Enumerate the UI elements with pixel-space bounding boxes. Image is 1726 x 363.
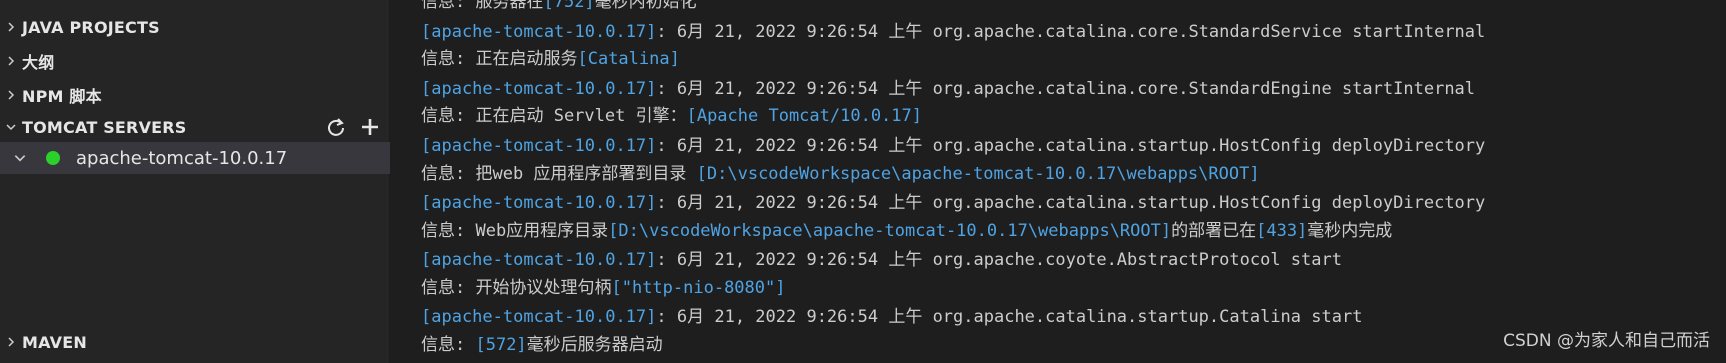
section-outline[interactable]: 大纲 [0,46,390,76]
console-line: [apache-tomcat-10.0.17]: 6月 21, 2022 9:2… [421,22,1486,42]
tomcat-server-item[interactable]: apache-tomcat-10.0.17 [0,142,390,174]
section-tomcat-servers[interactable]: TOMCAT SERVERS [0,112,390,142]
console-line: [apache-tomcat-10.0.17]: 6月 21, 2022 9:2… [421,307,1363,327]
console-line: 信息: 服务器在[752]毫秒内初始化 [421,0,697,12]
console-line: 信息: 正在启动服务[Catalina] [421,49,680,69]
console-line: 信息: Web应用程序目录[D:\vscodeWorkspace\apache-… [421,221,1393,241]
chevron-right-icon[interactable] [0,80,22,110]
server-status-icon [46,151,60,165]
console-line: 信息: 开始协议处理句柄["http-nio-8080"] [421,278,786,298]
console-line: [apache-tomcat-10.0.17]: 6月 21, 2022 9:2… [421,193,1486,213]
section-title: JAVA PROJECTS [22,17,160,37]
section-maven[interactable]: MAVEN [0,327,390,357]
console-line: [apache-tomcat-10.0.17]: 6月 21, 2022 9:2… [421,136,1486,156]
console-line: 信息: 正在启动 Servlet 引擎：[Apache Tomcat/10.0.… [421,106,922,126]
output-console[interactable]: 信息: 服务器在[752]毫秒内初始化 [apache-tomcat-10.0.… [391,0,1726,363]
plus-icon[interactable] [360,117,380,137]
section-title: MAVEN [22,332,87,352]
refresh-icon[interactable] [326,117,346,137]
csdn-watermark: CSDN @为家人和自己而活 [1503,331,1710,351]
explorer-sidebar: JAVA PROJECTS 大纲 NPM 脚本 TOMCAT SERVERS a… [0,0,390,363]
console-line: [apache-tomcat-10.0.17]: 6月 21, 2022 9:2… [421,250,1342,270]
section-actions [326,112,380,142]
chevron-right-icon[interactable] [0,12,22,42]
section-title: TOMCAT SERVERS [22,117,187,137]
section-title: 大纲 [22,53,55,72]
chevron-right-icon[interactable] [0,46,22,76]
chevron-down-icon[interactable] [0,142,40,174]
console-line: [apache-tomcat-10.0.17]: 6月 21, 2022 9:2… [421,79,1476,99]
section-npm-scripts[interactable]: NPM 脚本 [0,80,390,110]
console-line: 信息: [572]毫秒后服务器启动 [421,335,663,355]
chevron-right-icon[interactable] [0,327,22,357]
section-title: NPM 脚本 [22,87,102,106]
chevron-down-icon[interactable] [0,112,22,142]
server-name: apache-tomcat-10.0.17 [76,147,288,169]
section-java-projects[interactable]: JAVA PROJECTS [0,12,390,42]
console-line: 信息: 把web 应用程序部署到目录 [D:\vscodeWorkspace\a… [421,164,1260,184]
